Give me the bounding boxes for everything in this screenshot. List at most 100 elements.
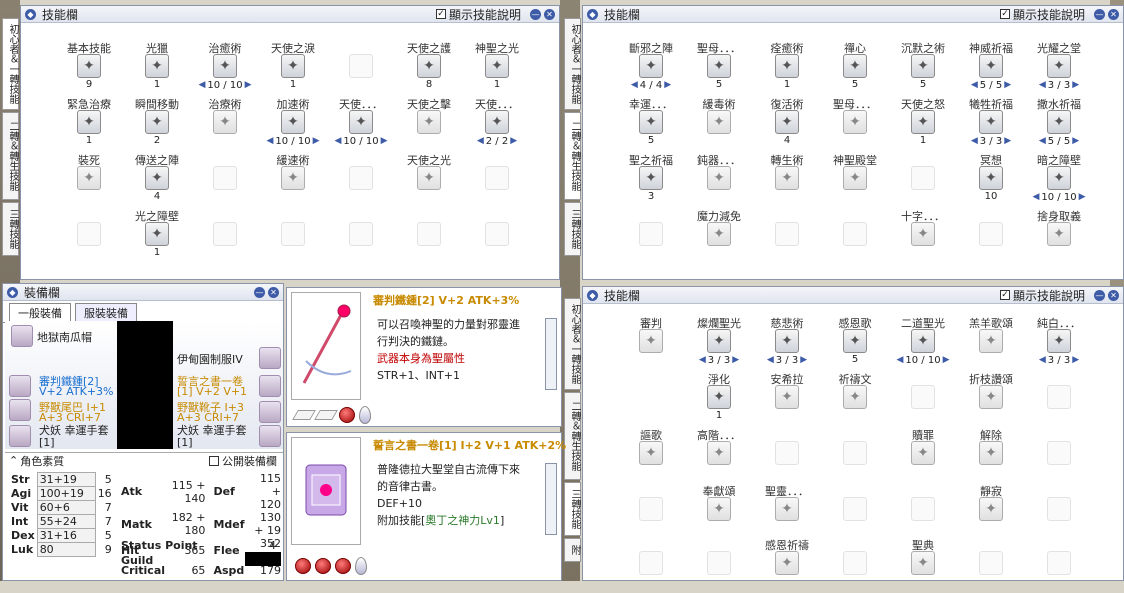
double-light-icon[interactable]: ✦ — [911, 329, 935, 353]
radiant-icon[interactable]: ✦ — [707, 329, 731, 353]
ring-icon[interactable]: ✦ — [417, 166, 441, 190]
level-up-icon[interactable]: ▶ — [1004, 80, 1011, 90]
orb-icon[interactable]: ✦ — [145, 54, 169, 78]
atone-icon[interactable]: ✦ — [911, 441, 935, 465]
stat-raise-cost[interactable]: 7 — [95, 515, 114, 529]
skill-cell[interactable]: 謳歌 ✦ — [617, 427, 685, 483]
shield-icon[interactable]: ✦ — [145, 222, 169, 246]
level-down-icon[interactable]: ◀ — [198, 80, 205, 90]
item-description-scrollbar[interactable] — [545, 463, 557, 535]
skill-cell[interactable]: 犧牲祈福 ✦ ◀ 3 / 3 ▶ — [957, 96, 1025, 152]
tab-first-job[interactable]: 初心者＆一轉技能 — [564, 298, 581, 390]
window-info-icon[interactable]: ◆ — [587, 8, 598, 20]
skill-cell[interactable]: 治療術 ✦ — [191, 96, 259, 152]
skill-cell[interactable]: 聖母．．． ✦ — [821, 96, 889, 152]
skill-cell[interactable]: 靜寂 ✦ — [957, 483, 1025, 539]
level-down-icon[interactable]: ◀ — [266, 136, 273, 146]
thanks-icon[interactable]: ✦ — [843, 329, 867, 353]
stat-raise-cost[interactable]: 5 — [95, 529, 114, 543]
halo-icon[interactable]: ✦ — [349, 110, 373, 134]
window-info-icon[interactable]: ◆ — [7, 286, 18, 298]
sacrifice-icon[interactable]: ✦ — [979, 110, 1003, 134]
spark-icon[interactable]: ✦ — [707, 222, 731, 246]
revive-icon[interactable]: ✦ — [775, 110, 799, 134]
checkbox-checked-icon[interactable]: ✓ — [435, 9, 446, 19]
skill-cell[interactable]: 加速術 ✦ ◀ 10 / 10 ▶ — [259, 96, 327, 152]
tear-icon[interactable]: ✦ — [281, 54, 305, 78]
hall-icon[interactable]: ✦ — [1047, 54, 1071, 78]
skill-cell[interactable]: 光之障壁 ✦ 1 — [123, 208, 191, 264]
warp-icon[interactable]: ✦ — [145, 110, 169, 134]
skill-cell[interactable]: 慈悲術 ✦ ◀ 3 / 3 ▶ — [753, 315, 821, 371]
skill-cell[interactable]: 神聖殿堂 ✦ — [821, 152, 889, 208]
level-up-icon[interactable]: ▶ — [381, 136, 388, 146]
mace-icon[interactable]: ✦ — [707, 166, 731, 190]
cross-icon[interactable]: ✦ — [77, 110, 101, 134]
accessory-left-name[interactable]: 犬妖 幸運手套 [1] — [39, 425, 119, 449]
skill-cell[interactable]: 贖罪 ✦ — [889, 427, 957, 483]
tab-extra[interactable]: 附 — [564, 538, 581, 562]
chat-icon[interactable]: ✦ — [77, 54, 101, 78]
head-equipment-icon[interactable] — [11, 325, 33, 347]
skill-cell[interactable]: 奉獻頌 ✦ — [685, 483, 753, 539]
level-up-icon[interactable]: ▶ — [313, 136, 320, 146]
level-down-icon[interactable]: ◀ — [971, 136, 978, 146]
checkbox-unchecked-icon[interactable] — [209, 455, 219, 466]
skill-cell[interactable]: 十字．．． ✦ — [889, 208, 957, 264]
skill-cell[interactable]: 鈍器．．． ✦ — [685, 152, 753, 208]
tab-first-job[interactable]: 初心者＆一轉技能 — [2, 18, 19, 110]
mother-icon[interactable]: ✦ — [707, 54, 731, 78]
level-down-icon[interactable]: ◀ — [1039, 80, 1046, 90]
skill-cell[interactable]: 撒水祈福 ✦ ◀ 5 / 5 ▶ — [1025, 96, 1093, 152]
bell-icon[interactable]: ✦ — [485, 110, 509, 134]
skill-cell[interactable]: 神威祈福 ✦ ◀ 5 / 5 ▶ — [957, 40, 1025, 96]
shield-equipment-icon[interactable] — [259, 375, 281, 397]
expand-icon[interactable]: ⌃ — [9, 454, 18, 467]
skill-cell[interactable]: 高階．．． ✦ — [685, 427, 753, 483]
skill-window-titlebar[interactable]: ◆ 技能欄 ✓ 顯示技能說明 — ✕ — [583, 287, 1123, 304]
skill-cell[interactable]: 禪心 ✦ 5 — [821, 40, 889, 96]
level-up-icon[interactable]: ▶ — [1072, 136, 1079, 146]
mother2-icon[interactable]: ✦ — [843, 110, 867, 134]
skill-cell[interactable]: 聖母．．． ✦ 5 — [685, 40, 753, 96]
level-up-icon[interactable]: ▶ — [664, 80, 671, 90]
level-up-icon[interactable]: ▶ — [1072, 80, 1079, 90]
burst-icon[interactable]: ✦ — [1047, 222, 1071, 246]
skill-cell[interactable]: 天使之擊 ✦ — [395, 96, 463, 152]
light-icon[interactable]: ✦ — [485, 54, 509, 78]
level-up-icon[interactable]: ▶ — [943, 355, 950, 365]
level-down-icon[interactable]: ◀ — [477, 136, 484, 146]
skill-window-titlebar[interactable]: ◆ 技能欄 ✓ 顯示技能說明 — ✕ — [583, 6, 1123, 23]
level-up-icon[interactable]: ▶ — [732, 355, 739, 365]
skill-cell[interactable]: 光耀之堂 ✦ ◀ 3 / 3 ▶ — [1025, 40, 1093, 96]
tab-second-job[interactable]: 二轉＆轉生技能 — [564, 112, 581, 200]
stat-raise-cost[interactable]: 7 — [95, 501, 114, 515]
skill-cell[interactable]: 基本技能 ✦ 9 — [55, 40, 123, 96]
level-down-icon[interactable]: ◀ — [767, 355, 774, 365]
tab-second-job[interactable]: 二轉＆轉生技能 — [564, 392, 581, 480]
level-up-icon[interactable]: ▶ — [1004, 136, 1011, 146]
wing-icon[interactable]: ✦ — [417, 54, 441, 78]
public-equipment-label[interactable]: 公開裝備欄 — [222, 453, 277, 469]
item-description-scrollbar[interactable] — [545, 318, 557, 390]
tab-general-equipment[interactable]: 一般裝備 — [9, 303, 71, 322]
prayer-icon[interactable]: ✦ — [843, 385, 867, 409]
zen-icon[interactable]: ✦ — [843, 54, 867, 78]
lamb-icon[interactable]: ✦ — [979, 329, 1003, 353]
skill-cell[interactable]: 羔羊歌頌 ✦ — [957, 315, 1025, 371]
skill-cell[interactable]: 解除 ✦ — [957, 427, 1025, 483]
mercy-icon[interactable]: ✦ — [775, 329, 799, 353]
level-down-icon[interactable]: ◀ — [1032, 192, 1039, 202]
skill-cell[interactable]: 神聖之光 ✦ 1 — [463, 40, 531, 96]
skill-cell[interactable]: 痊癒術 ✦ 1 — [753, 40, 821, 96]
show-description-toggle[interactable]: ✓ 顯示技能說明 — [435, 6, 521, 23]
skill-cell[interactable]: 天使之怒 ✦ 1 — [889, 96, 957, 152]
stat-raise-cost[interactable]: 9 — [95, 543, 114, 557]
checkbox-checked-icon[interactable]: ✓ — [999, 9, 1010, 19]
armor-equipment-icon[interactable] — [259, 347, 281, 369]
tab-third-job[interactable]: 三轉技能 — [564, 482, 581, 536]
minimize-icon[interactable]: — — [254, 286, 265, 298]
dark-shield-icon[interactable]: ✦ — [1047, 166, 1071, 190]
skill-cell[interactable]: 天使之護 ✦ 8 — [395, 40, 463, 96]
skill-cell[interactable]: 天使之淚 ✦ 1 — [259, 40, 327, 96]
